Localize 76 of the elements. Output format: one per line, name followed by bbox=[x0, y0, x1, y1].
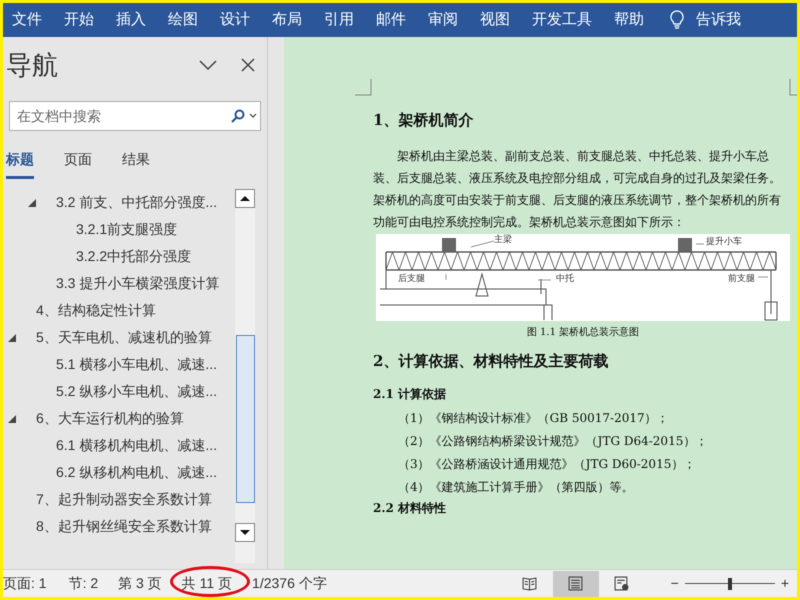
up-triangle-icon bbox=[240, 196, 250, 201]
subsection-heading: 2.1 计算依据 bbox=[373, 386, 448, 403]
ribbon-tab[interactable]: 开始 bbox=[64, 8, 94, 32]
down-triangle-icon bbox=[240, 530, 250, 535]
scroll-down-button[interactable] bbox=[235, 523, 255, 542]
chevron-down-icon[interactable] bbox=[199, 60, 217, 70]
ribbon-tab[interactable]: 绘图 bbox=[168, 8, 198, 32]
status-text: 第 3 页 bbox=[118, 574, 162, 593]
section-heading: 2、计算依据、材料特性及主要荷载 bbox=[373, 350, 610, 372]
tell-me-field[interactable]: 告诉我 bbox=[696, 8, 741, 32]
reference-item: （1）《钢结构设计标准》（GB 50017-2017）； bbox=[397, 410, 670, 427]
caret-icon[interactable] bbox=[249, 113, 257, 119]
ribbon-tab[interactable]: 插入 bbox=[116, 8, 146, 32]
heading-item[interactable]: 5、天车电机、减速机的验算 bbox=[36, 327, 212, 348]
web-view-icon bbox=[614, 576, 630, 591]
ribbon-tab[interactable]: 引用 bbox=[324, 8, 354, 32]
status-text: 1/2376 个字 bbox=[252, 574, 327, 593]
margin-corner-mark bbox=[789, 79, 797, 96]
reference-item: （4）《建筑施工计算手册》（第四版）等。 bbox=[397, 479, 635, 496]
search-field[interactable]: 在文档中搜索 bbox=[17, 106, 231, 126]
zoom-out-button[interactable]: − bbox=[670, 573, 679, 594]
margin-corner-mark bbox=[355, 79, 372, 96]
heading-item[interactable]: 3.2 前支、中托部分强度... bbox=[56, 192, 218, 213]
expanded-triangle-icon[interactable] bbox=[8, 414, 16, 422]
ribbon-tab[interactable]: 邮件 bbox=[376, 8, 406, 32]
heading-item[interactable]: 6.2 纵移机构电机、减速... bbox=[56, 462, 218, 483]
figure-caption: 图 1.1 架桥机总装示意图 bbox=[526, 326, 640, 340]
status-text: 共 11 页 bbox=[182, 573, 232, 594]
expanded-triangle-icon[interactable] bbox=[28, 198, 36, 206]
zoom-in-button[interactable]: + bbox=[780, 573, 789, 594]
ribbon-tab[interactable]: 布局 bbox=[272, 8, 302, 32]
zoom-slider-thumb[interactable] bbox=[728, 578, 732, 590]
nav-tab[interactable]: 标题 bbox=[6, 147, 34, 179]
diagram-label: 提升小车 bbox=[706, 236, 742, 248]
nav-tab[interactable]: 页面 bbox=[64, 147, 92, 179]
ribbon-tab[interactable]: 帮助 bbox=[614, 8, 644, 32]
scroll-thumb[interactable] bbox=[236, 335, 254, 503]
reference-item: （2）《公路钢结构桥梁设计规范》（JTG D64-2015）； bbox=[397, 433, 708, 450]
heading-item[interactable]: 5.1 横移小车电机、减速... bbox=[56, 354, 218, 375]
diagram-label: 前支腿 bbox=[728, 272, 755, 284]
expanded-triangle-icon[interactable] bbox=[8, 334, 16, 342]
status-text: 页面: 1 bbox=[3, 574, 47, 593]
ribbon-tab[interactable]: 审阅 bbox=[428, 8, 458, 32]
close-icon[interactable] bbox=[241, 58, 255, 72]
heading-item[interactable]: 5.2 纵移小车电机、减速... bbox=[56, 381, 218, 402]
scrollbar[interactable] bbox=[235, 189, 255, 563]
scroll-up-button[interactable] bbox=[235, 189, 255, 208]
diagram-label: 后支腿 bbox=[398, 272, 425, 284]
ribbon-tab[interactable]: 文件 bbox=[12, 8, 42, 32]
heading-item[interactable]: 3.2.2中托部分强度 bbox=[76, 246, 192, 267]
lightbulb-icon[interactable] bbox=[670, 10, 684, 30]
ribbon-tab[interactable]: 开发工具 bbox=[532, 8, 592, 32]
view-button[interactable] bbox=[552, 570, 599, 596]
heading-item[interactable]: 3.2.1前支腿强度 bbox=[76, 219, 178, 240]
heading-item[interactable]: 3.3 提升小车横梁强度计算 bbox=[56, 273, 220, 294]
status-text: 节: 2 bbox=[68, 574, 98, 593]
reference-item: （3）《公路桥涵设计通用规范》（JTG D60-2015）； bbox=[397, 456, 696, 473]
read-view-icon bbox=[522, 576, 538, 591]
body-paragraph: 架桥机由主梁总装、副前支总装、前支腿总装、中托总装、提升小车总装、后支腿总装、液压系统及电控部分组成，可完成自身的过孔及架梁任务。架桥机的高度可由安装于前支腿、后支腿的液压系统调节，整个架桥机的所有功能可由电控系统控制完成。架桥机总装示意图如下所示： bbox=[373, 148, 782, 230]
subsection-heading: 2.2 材料特性 bbox=[373, 500, 448, 517]
heading-item[interactable]: 6.1 横移机构电机、减速... bbox=[56, 435, 218, 456]
heading-item[interactable]: 6、大车运行机构的验算 bbox=[36, 408, 184, 429]
heading-item[interactable]: 4、结构稳定性计算 bbox=[36, 300, 156, 321]
heading-item[interactable]: 8、起升钢丝绳安全系数计算 bbox=[36, 516, 212, 537]
diagram-label: 中托 bbox=[556, 272, 574, 284]
zoom-slider-track[interactable] bbox=[684, 578, 775, 590]
pane-title: 导航 bbox=[6, 48, 59, 82]
ribbon-tab[interactable]: 设计 bbox=[220, 8, 250, 32]
nav-tab[interactable]: 结果 bbox=[122, 147, 150, 179]
section-heading: 1、架桥机简介 bbox=[373, 110, 474, 131]
heading-item[interactable]: 7、起升制动器安全系数计算 bbox=[36, 489, 212, 510]
ribbon-tab[interactable]: 视图 bbox=[480, 8, 510, 32]
diagram-label: 主梁 bbox=[494, 234, 512, 246]
search-box[interactable]: 在文档中搜索 bbox=[9, 101, 261, 131]
print-view-icon bbox=[568, 576, 584, 591]
search-icon[interactable] bbox=[231, 109, 245, 123]
